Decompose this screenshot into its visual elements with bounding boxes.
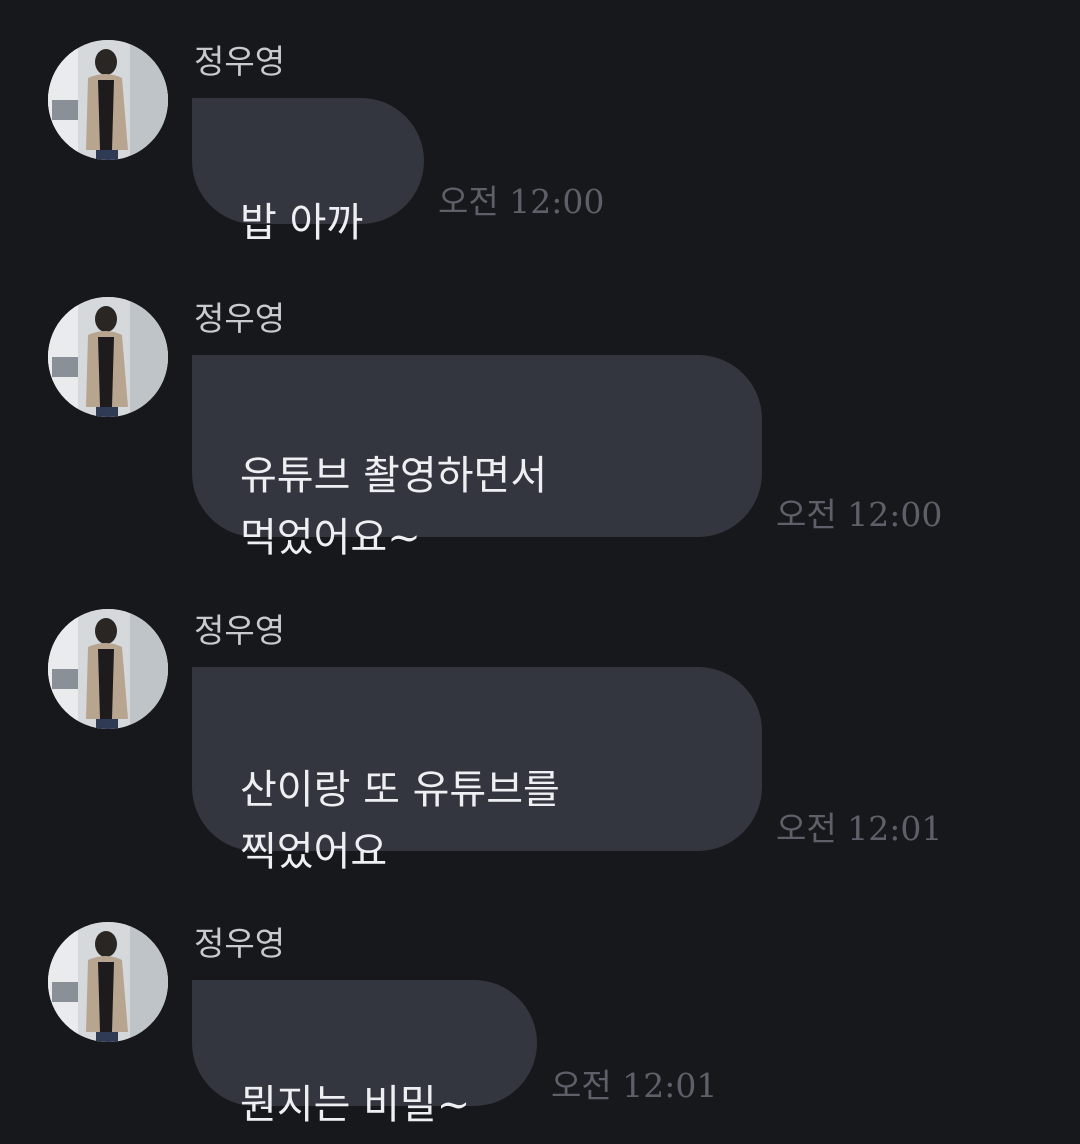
sender-name: 정우영 — [194, 611, 286, 650]
chat-message: 정우영 뭔지는 비밀~ 오전 12:01 — [0, 922, 1080, 1128]
message-text: 유튜브 촬영하면서 먹었어요~ — [240, 453, 548, 561]
sender-name: 정우영 — [194, 924, 286, 963]
sender-name: 정우영 — [194, 42, 286, 81]
message-time: 오전 12:00 — [776, 495, 943, 534]
chat-message: 정우영 산이랑 또 유튜브를 찍었어요 오전 12:01 — [0, 609, 1080, 875]
profile-avatar[interactable] — [48, 40, 168, 160]
message-bubble[interactable]: 밥 아까 — [192, 98, 424, 246]
profile-avatar[interactable] — [48, 922, 168, 1042]
profile-avatar[interactable] — [48, 609, 168, 729]
chat-message: 정우영 밥 아까 오전 12:00 — [0, 40, 1080, 246]
chat-message: 정우영 유튜브 촬영하면서 먹었어요~ 오전 12:00 — [0, 297, 1080, 561]
message-time: 오전 12:00 — [438, 182, 605, 221]
profile-avatar[interactable] — [48, 297, 168, 417]
message-time: 오전 12:01 — [551, 1066, 718, 1105]
sender-name: 정우영 — [194, 299, 286, 338]
message-text: 밥 아까 — [240, 200, 364, 246]
avatar-photo-icon — [48, 922, 168, 1042]
avatar-photo-icon — [48, 297, 168, 417]
message-bubble[interactable]: 뭔지는 비밀~ — [192, 980, 537, 1128]
message-bubble[interactable]: 유튜브 촬영하면서 먹었어요~ — [192, 355, 762, 561]
avatar-photo-icon — [48, 609, 168, 729]
message-text: 뭔지는 비밀~ — [240, 1082, 471, 1128]
message-text: 산이랑 또 유튜브를 찍었어요 — [240, 767, 560, 875]
message-bubble[interactable]: 산이랑 또 유튜브를 찍었어요 — [192, 667, 762, 875]
message-time: 오전 12:01 — [776, 809, 943, 848]
avatar-photo-icon — [48, 40, 168, 160]
